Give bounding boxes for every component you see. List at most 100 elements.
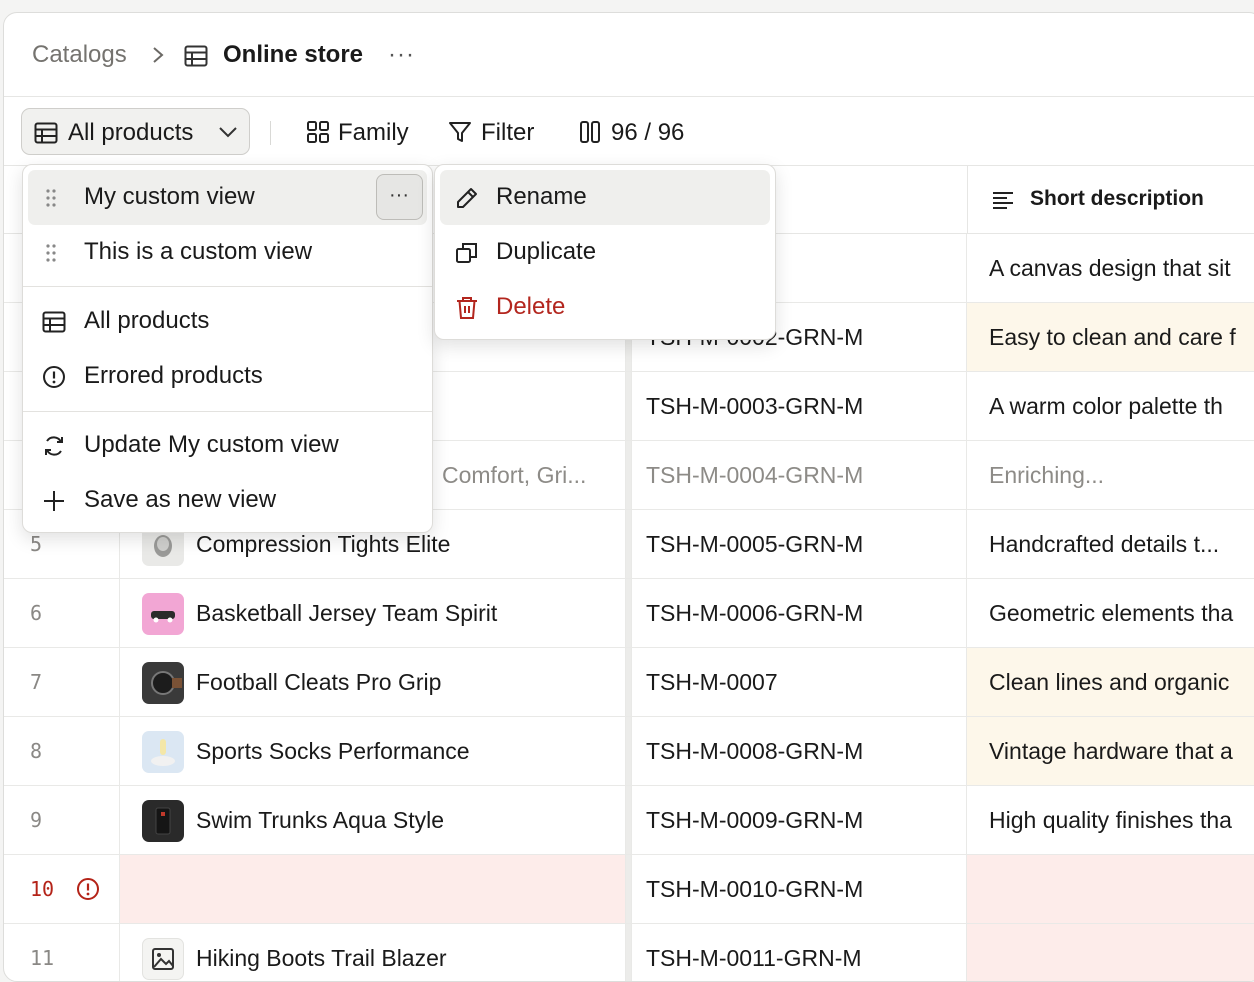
breadcrumb: Catalogs Online store ··· xyxy=(4,13,1254,97)
product-sku: TSH-M-0008-GRN-M xyxy=(631,717,967,785)
product-sku: TSH-M-0003-GRN-M xyxy=(631,372,967,440)
product-description: Handcrafted details t... xyxy=(989,531,1220,557)
page-title: Online store xyxy=(223,41,364,68)
duplicate-button[interactable]: Duplicate xyxy=(440,225,770,280)
table-icon xyxy=(184,45,208,67)
save-as-new-view-label: Save as new view xyxy=(84,486,277,513)
refresh-icon xyxy=(45,436,63,456)
image-placeholder-icon xyxy=(152,948,174,970)
view-item-label: All products xyxy=(84,307,210,334)
product-sku: TSH-M-0010-GRN-M xyxy=(631,855,967,923)
family-button[interactable]: Family xyxy=(304,108,419,155)
update-view-button[interactable]: Update My custom view xyxy=(28,418,427,473)
row-number: 8 xyxy=(4,717,120,785)
product-sku: TSH-M-0006-GRN-M xyxy=(631,579,967,647)
row-number: 6 xyxy=(4,579,120,647)
view-actions-menu: Rename Duplicate Delete xyxy=(434,164,776,340)
view-item-all-products[interactable]: All products xyxy=(28,294,427,349)
product-name: Hiking Boots Trail Blazer xyxy=(120,924,626,981)
save-as-new-view-button[interactable]: Save as new view xyxy=(28,473,427,528)
duplicate-label: Duplicate xyxy=(496,238,597,265)
text-align-left-icon xyxy=(993,192,1013,209)
product-description: A canvas design that sit xyxy=(989,255,1231,281)
product-name: Football Cleats Pro Grip xyxy=(120,648,626,716)
drag-handle-icon[interactable] xyxy=(44,186,58,210)
error-icon[interactable] xyxy=(76,877,100,901)
alert-circle-icon xyxy=(43,366,65,388)
toolbar-divider xyxy=(270,121,271,145)
view-item-my-custom-view[interactable]: My custom view ··· xyxy=(28,170,427,225)
view-item-label: My custom view xyxy=(84,183,255,210)
update-view-label: Update My custom view xyxy=(84,431,339,458)
columns-icon xyxy=(580,121,600,143)
filter-icon xyxy=(449,122,471,142)
rename-button[interactable]: Rename xyxy=(440,170,770,225)
product-name: Basketball Jersey Team Spirit xyxy=(120,579,626,647)
socks-image-icon xyxy=(151,739,175,766)
product-sku: TSH-M-0004-GRN-M xyxy=(631,441,967,509)
filter-label: Filter xyxy=(481,119,535,146)
table-row[interactable]: 8 Sports Socks Performance TSH-M-0008-GR… xyxy=(4,717,1254,786)
product-sku: TSH-M-0011-GRN-M xyxy=(631,924,967,981)
columns-count: 96 / 96 xyxy=(611,119,685,146)
product-description: Vintage hardware that a xyxy=(967,717,1254,785)
cleats-image-icon xyxy=(151,671,182,695)
view-select-button[interactable]: All products xyxy=(21,108,250,155)
view-item-this-is-a-custom-view[interactable]: This is a custom view xyxy=(28,225,427,280)
row-number: 9 xyxy=(4,786,120,854)
duplicate-icon xyxy=(456,243,477,263)
view-more-button[interactable]: ··· xyxy=(376,174,423,220)
grid-icon xyxy=(307,121,329,143)
product-name: Sports Socks Performance xyxy=(120,717,626,785)
column-header-label: Short description xyxy=(1030,187,1204,210)
product-name: Swim Trunks Aqua Style xyxy=(120,786,626,854)
view-item-label: Errored products xyxy=(84,362,263,389)
views-menu: My custom view ··· This is a custom view… xyxy=(22,164,433,533)
chevron-right-icon xyxy=(153,47,164,63)
product-thumbnail xyxy=(142,731,184,773)
pencil-icon xyxy=(457,188,477,208)
swim-trunks-image-icon xyxy=(155,807,171,835)
product-thumbnail xyxy=(142,800,184,842)
table-row[interactable]: 7 Football Cleats Pro Grip TSH-M-0007 Cl… xyxy=(4,648,1254,717)
table-row[interactable]: 6 Basketball Jersey Team Spirit TSH-M-00… xyxy=(4,579,1254,648)
filter-button[interactable]: Filter xyxy=(446,108,551,155)
columns-button[interactable]: 96 / 96 xyxy=(576,108,701,155)
view-select-label: All products xyxy=(68,119,194,146)
drag-handle-icon[interactable] xyxy=(44,241,58,265)
family-label: Family xyxy=(338,119,409,146)
product-description: Clean lines and organic xyxy=(967,648,1254,716)
column-header-short-description[interactable]: Short description xyxy=(967,166,1254,234)
menu-divider xyxy=(23,411,432,412)
product-sku: TSH-M-0005-GRN-M xyxy=(631,510,967,578)
product-thumbnail xyxy=(142,938,184,980)
product-thumbnail xyxy=(142,593,184,635)
table-row-error[interactable]: 10 TSH-M-0010-GRN-M xyxy=(4,855,1254,924)
product-description: Geometric elements tha xyxy=(989,600,1234,626)
product-description: High quality finishes tha xyxy=(989,807,1232,833)
table-icon xyxy=(42,311,66,333)
table-row[interactable]: 9 Swim Trunks Aqua Style TSH-M-0009-GRN-… xyxy=(4,786,1254,855)
plus-icon xyxy=(44,491,64,511)
delete-label: Delete xyxy=(496,293,566,320)
product-sku: TSH-M-0007 xyxy=(631,648,967,716)
toolbar: All products Family Filter 96 / 96 xyxy=(4,97,1254,166)
product-thumbnail xyxy=(142,662,184,704)
view-more-label: ··· xyxy=(389,184,409,206)
breadcrumb-catalogs-link[interactable]: Catalogs xyxy=(32,41,127,69)
row-number: 11 xyxy=(4,924,120,981)
jersey-image-icon xyxy=(151,611,175,623)
table-row[interactable]: 11 Hiking Boots Trail Blazer TSH-M-0011-… xyxy=(4,924,1254,981)
chevron-down-icon xyxy=(219,127,237,138)
product-description xyxy=(967,855,1254,923)
menu-divider xyxy=(23,286,432,287)
product-name xyxy=(120,855,626,923)
delete-button[interactable]: Delete xyxy=(440,280,770,335)
catalog-window: Catalogs Online store ··· All products F… xyxy=(3,12,1254,982)
trash-icon xyxy=(457,297,477,319)
table-icon xyxy=(34,122,58,144)
row-number: 7 xyxy=(4,648,120,716)
view-item-errored-products[interactable]: Errored products xyxy=(28,349,427,404)
rename-label: Rename xyxy=(496,183,587,210)
more-options-button[interactable]: ··· xyxy=(388,41,415,69)
